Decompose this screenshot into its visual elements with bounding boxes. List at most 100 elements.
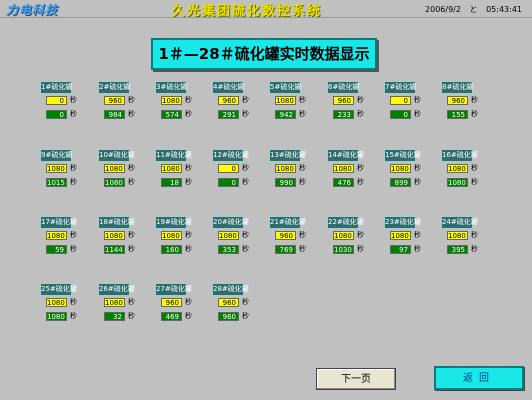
seconds-unit: 秒	[185, 231, 192, 239]
seconds-unit: 秒	[471, 110, 478, 118]
set-time-value: 1080	[390, 231, 411, 240]
tank-panel: 19#硫化罐 1080 秒 160 秒	[155, 216, 211, 258]
current-time-value: 476	[333, 178, 354, 187]
seconds-unit: 秒	[471, 245, 478, 253]
tank-label[interactable]: 1#硫化罐	[40, 81, 72, 94]
current-time-value: 155	[447, 110, 468, 119]
set-time-value: 960	[218, 298, 239, 307]
tank-panel: 22#硫化罐 1080 秒 1030 秒	[327, 216, 383, 258]
tank-panel: 16#硫化罐 1080 秒 1080 秒	[441, 149, 497, 191]
set-time-value: 1080	[333, 164, 354, 173]
seconds-unit: 秒	[128, 245, 135, 253]
current-time-value: 960	[218, 312, 239, 321]
seconds-unit: 秒	[471, 231, 478, 239]
tank-label[interactable]: 12#硫化罐	[212, 149, 249, 162]
current-time-value: 233	[333, 110, 354, 119]
current-time-value: 0	[218, 178, 239, 187]
tank-panel: 2#硫化罐 960 秒 984 秒	[98, 81, 154, 123]
seconds-unit: 秒	[70, 245, 77, 253]
tank-panel: 4#硫化罐 960 秒 291 秒	[212, 81, 268, 123]
seconds-unit: 秒	[299, 96, 306, 104]
tank-panel: 12#硫化罐 0 秒 0 秒	[212, 149, 268, 191]
datetime: 2006/9/2 と 05:43:41	[419, 4, 522, 15]
tank-label[interactable]: 18#硫化罐	[98, 216, 135, 229]
seconds-unit: 秒	[299, 178, 306, 186]
current-time-value: 899	[390, 178, 411, 187]
tank-label[interactable]: 13#硫化罐	[269, 149, 306, 162]
tank-panel: 1#硫化罐 0 秒 0 秒	[40, 81, 96, 123]
set-time-value: 1080	[46, 231, 67, 240]
tank-label[interactable]: 5#硫化罐	[269, 81, 301, 94]
current-time-value: 1030	[333, 245, 354, 254]
tank-panel: 6#硫化罐 960 秒 233 秒	[327, 81, 383, 123]
tank-label[interactable]: 15#硫化罐	[384, 149, 421, 162]
current-time-value: 942	[275, 110, 296, 119]
tank-label[interactable]: 25#硫化罐	[40, 283, 77, 296]
tank-label[interactable]: 10#硫化罐	[98, 149, 135, 162]
tank-label[interactable]: 11#硫化罐	[155, 149, 192, 162]
seconds-unit: 秒	[357, 245, 364, 253]
seconds-unit: 秒	[128, 312, 135, 320]
seconds-unit: 秒	[357, 110, 364, 118]
tank-panel: 17#硫化罐 1080 秒 59 秒	[40, 216, 96, 258]
seconds-unit: 秒	[242, 298, 249, 306]
set-time-value: 0	[218, 164, 239, 173]
tank-label[interactable]: 6#硫化罐	[327, 81, 359, 94]
seconds-unit: 秒	[357, 178, 364, 186]
tank-label[interactable]: 26#硫化罐	[98, 283, 135, 296]
current-time-value: 353	[218, 245, 239, 254]
tank-label[interactable]: 27#硫化罐	[155, 283, 192, 296]
current-time-value: 990	[275, 178, 296, 187]
seconds-unit: 秒	[299, 164, 306, 172]
next-page-button[interactable]: 下一页	[316, 368, 396, 390]
tank-label[interactable]: 19#硫化罐	[155, 216, 192, 229]
tank-label[interactable]: 16#硫化罐	[441, 149, 478, 162]
tank-label[interactable]: 22#硫化罐	[327, 216, 364, 229]
current-time-value: 574	[161, 110, 182, 119]
tank-label[interactable]: 4#硫化罐	[212, 81, 244, 94]
tank-label[interactable]: 28#硫化罐	[212, 283, 249, 296]
current-time-value: 984	[104, 110, 125, 119]
seconds-unit: 秒	[242, 178, 249, 186]
set-time-value: 1080	[104, 164, 125, 173]
tank-label[interactable]: 9#硫化罐	[40, 149, 72, 162]
tank-label[interactable]: 3#硫化罐	[155, 81, 187, 94]
set-time-value: 1080	[104, 298, 125, 307]
tank-panel: 21#硫化罐 960 秒 769 秒	[269, 216, 325, 258]
seconds-unit: 秒	[242, 164, 249, 172]
tank-label[interactable]: 21#硫化罐	[269, 216, 306, 229]
tank-label[interactable]: 2#硫化罐	[98, 81, 130, 94]
time-marker: と	[469, 5, 478, 14]
seconds-unit: 秒	[185, 178, 192, 186]
tank-panel: 23#硫化罐 1080 秒 97 秒	[384, 216, 440, 258]
current-time-value: 395	[447, 245, 468, 254]
back-button[interactable]: 返回	[434, 366, 524, 390]
tank-panel: 25#硫化罐 1080 秒 1080 秒	[40, 283, 96, 325]
seconds-unit: 秒	[185, 164, 192, 172]
tank-label[interactable]: 7#硫化罐	[384, 81, 416, 94]
tank-label[interactable]: 14#硫化罐	[327, 149, 364, 162]
seconds-unit: 秒	[357, 96, 364, 104]
seconds-unit: 秒	[471, 96, 478, 104]
tank-panel: 20#硫化罐 1080 秒 353 秒	[212, 216, 268, 258]
seconds-unit: 秒	[299, 110, 306, 118]
set-time-value: 0	[390, 96, 411, 105]
tank-label[interactable]: 20#硫化罐	[212, 216, 249, 229]
seconds-unit: 秒	[242, 312, 249, 320]
set-time-value: 960	[447, 96, 468, 105]
seconds-unit: 秒	[357, 164, 364, 172]
seconds-unit: 秒	[185, 298, 192, 306]
tank-label[interactable]: 17#硫化罐	[40, 216, 77, 229]
set-time-value: 1080	[333, 231, 354, 240]
current-time-value: 1144	[104, 245, 125, 254]
time-text: 05:43:41	[486, 5, 522, 14]
seconds-unit: 秒	[70, 96, 77, 104]
tank-label[interactable]: 23#硫化罐	[384, 216, 421, 229]
tank-panel: 11#硫化罐 1080 秒 18 秒	[155, 149, 211, 191]
tank-label[interactable]: 24#硫化罐	[441, 216, 478, 229]
seconds-unit: 秒	[414, 110, 421, 118]
tank-label[interactable]: 8#硫化罐	[441, 81, 473, 94]
set-time-value: 1080	[447, 164, 468, 173]
seconds-unit: 秒	[414, 245, 421, 253]
seconds-unit: 秒	[128, 231, 135, 239]
